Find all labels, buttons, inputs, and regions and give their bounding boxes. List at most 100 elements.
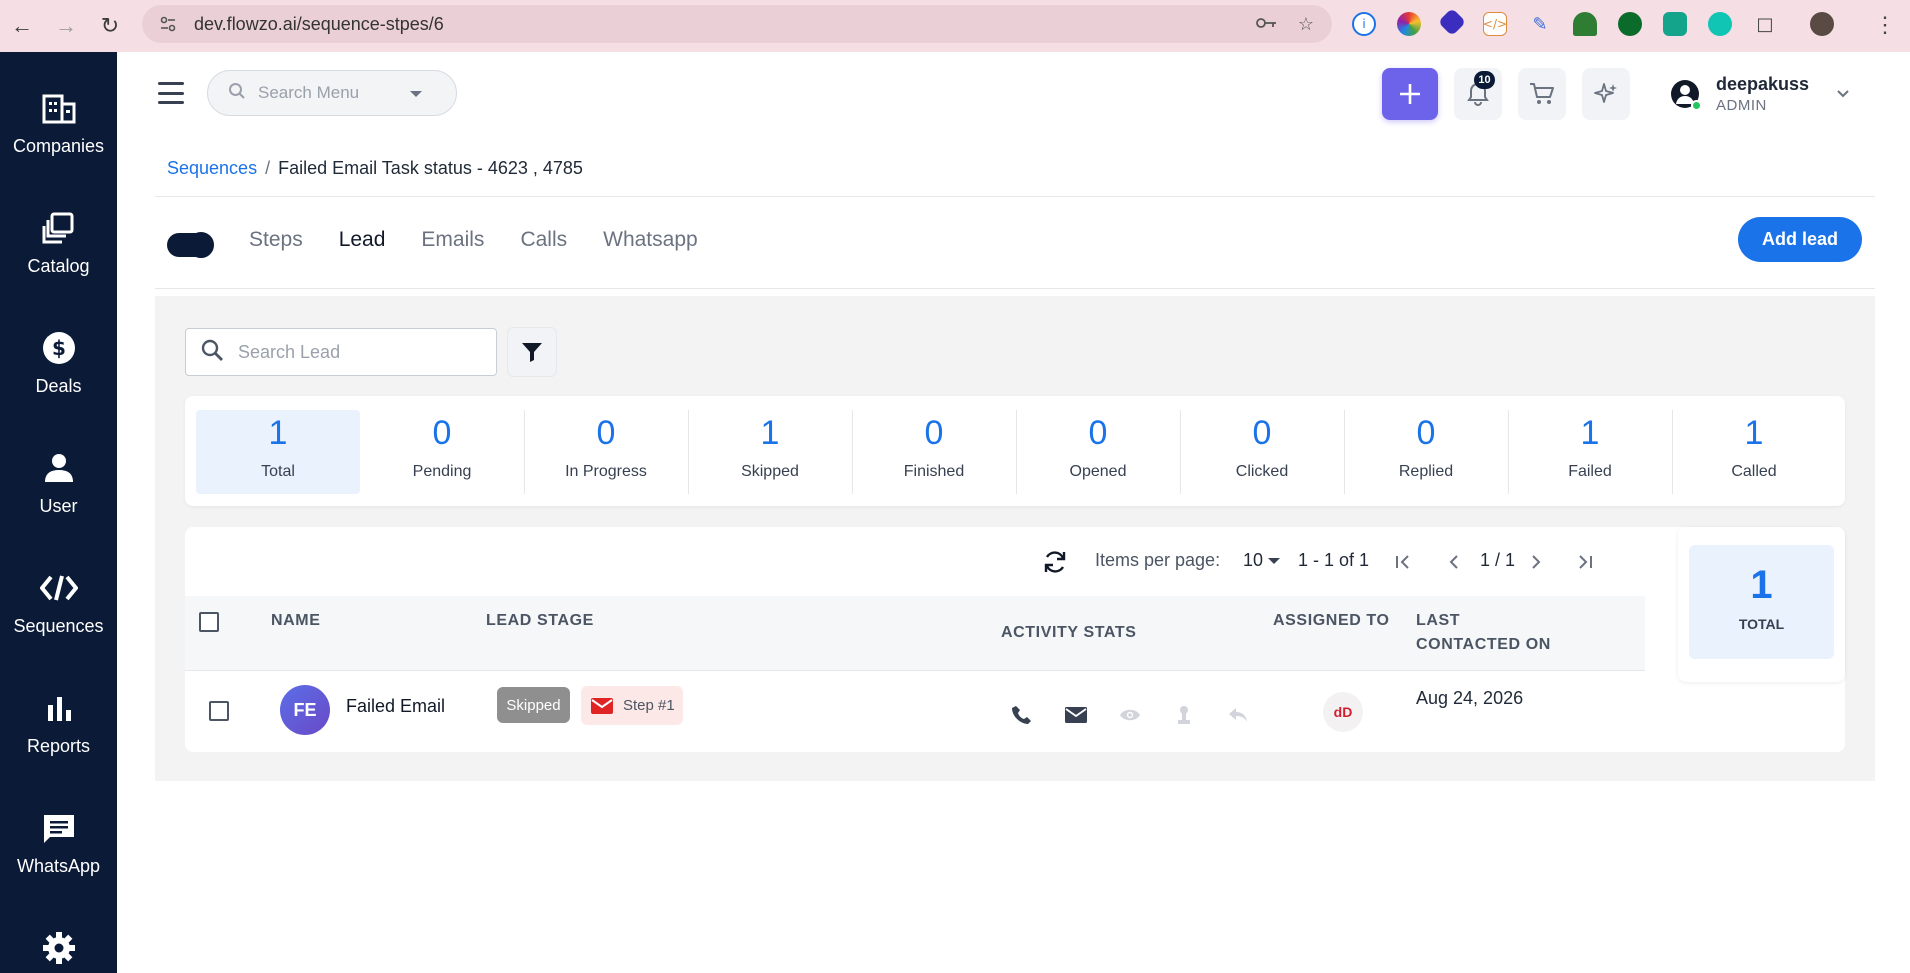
user-menu[interactable]: deepakuss ADMIN	[1670, 70, 1850, 118]
site-info-icon[interactable]	[156, 12, 180, 36]
stat-value: 0	[596, 414, 616, 452]
refresh-button[interactable]	[1040, 546, 1070, 578]
building-icon	[39, 88, 79, 128]
back-icon[interactable]: ←	[0, 4, 44, 48]
column-header-assigned-to[interactable]: ASSIGNED TO	[1273, 612, 1390, 630]
forward-icon[interactable]: →	[44, 4, 88, 48]
sidebar-item-sequences[interactable]: Sequences	[0, 568, 117, 637]
search-icon	[228, 82, 246, 105]
column-header-lead-stage[interactable]: LEAD STAGE	[486, 612, 594, 630]
stat-in-progress[interactable]: 0 In Progress	[524, 410, 688, 494]
lead-stage-badge: Skipped	[497, 687, 570, 723]
profile-avatar[interactable]	[1810, 12, 1834, 36]
sidebar-item-settings[interactable]	[0, 928, 117, 968]
puzzle-extensions-icon[interactable]: □	[1753, 12, 1777, 36]
last-page-button[interactable]	[1570, 548, 1598, 576]
next-page-button[interactable]	[1522, 548, 1550, 576]
sidebar-item-deals[interactable]: $ Deals	[0, 328, 117, 397]
search-menu-input[interactable]: Search Menu	[207, 70, 457, 116]
stat-value: 0	[1252, 414, 1272, 452]
stat-opened[interactable]: 0 Opened	[1016, 410, 1180, 494]
assignee-avatar[interactable]: dD	[1323, 692, 1363, 732]
sidebar-item-companies[interactable]: Companies	[0, 88, 117, 157]
first-page-button[interactable]	[1390, 548, 1418, 576]
tab-bar: Steps Lead Emails Calls Whatsapp	[249, 228, 734, 252]
person-icon	[39, 448, 79, 488]
circle-extension-icon[interactable]	[1618, 12, 1642, 36]
stat-replied[interactable]: 0 Replied	[1344, 410, 1508, 494]
phone-icon[interactable]	[1010, 703, 1034, 727]
plus-icon	[1400, 84, 1420, 104]
tab-whatsapp[interactable]: Whatsapp	[603, 228, 698, 252]
cart-button[interactable]	[1518, 68, 1566, 120]
bookmark-star-icon[interactable]: ☆	[1298, 14, 1314, 35]
leaf-extension-icon[interactable]	[1573, 12, 1597, 36]
tab-calls[interactable]: Calls	[520, 228, 567, 252]
bubble-extension-icon[interactable]	[1708, 12, 1732, 36]
notifications-button[interactable]: 10	[1454, 68, 1502, 120]
extension-icon[interactable]: i	[1352, 12, 1376, 36]
step-label: Step #1	[623, 697, 675, 714]
page-title: Failed Email Task status - 4623 , 4785	[278, 158, 583, 178]
column-header-activity-stats[interactable]: ACTIVITY STATS	[1001, 624, 1137, 642]
step-badge[interactable]: Step #1	[581, 686, 683, 725]
chevron-down-icon[interactable]	[1836, 86, 1850, 102]
search-lead-input[interactable]: Search Lead	[185, 328, 497, 376]
filter-button[interactable]	[507, 327, 557, 377]
items-per-page-label: Items per page:	[1095, 550, 1221, 570]
address-bar[interactable]: dev.flowzo.ai/sequence-stpes/6 ☆	[142, 5, 1332, 43]
code-icon	[39, 568, 79, 608]
chevron-down-icon[interactable]	[410, 91, 422, 97]
page-indicator: 1 / 1	[1480, 550, 1516, 570]
column-header-last-contacted-line1[interactable]: LAST	[1416, 612, 1460, 630]
stat-label: Clicked	[1235, 463, 1289, 480]
sidebar-item-whatsapp[interactable]: WhatsApp	[0, 808, 117, 877]
chevron-down-icon[interactable]	[1268, 558, 1280, 564]
column-header-last-contacted-line2[interactable]: CONTACTED ON	[1416, 636, 1551, 654]
ai-assistant-button[interactable]	[1582, 68, 1630, 120]
stat-label: Opened	[1069, 463, 1127, 480]
sidebar-item-reports[interactable]: Reports	[0, 688, 117, 757]
stat-total[interactable]: 1 Total	[196, 410, 360, 494]
add-lead-button[interactable]: Add lead	[1738, 217, 1862, 262]
stat-value: 1	[1580, 414, 1600, 452]
code-extension-icon[interactable]: </>	[1483, 12, 1507, 36]
pen-extension-icon[interactable]: ✎	[1528, 12, 1552, 36]
hamburger-menu-icon[interactable]	[158, 82, 184, 104]
total-summary-card: 1 TOTAL	[1678, 527, 1845, 682]
color-wheel-extension-icon[interactable]	[1397, 12, 1421, 36]
sequence-active-toggle[interactable]	[167, 232, 214, 258]
sidebar-item-catalog[interactable]: Catalog	[0, 208, 117, 277]
tab-steps[interactable]: Steps	[249, 228, 303, 252]
url-text[interactable]: dev.flowzo.ai/sequence-stpes/6	[194, 14, 444, 35]
stat-failed[interactable]: 1 Failed	[1508, 410, 1672, 494]
stat-label: Total	[261, 463, 295, 480]
stat-value: 1	[268, 414, 288, 452]
breadcrumb-link-sequences[interactable]: Sequences	[167, 158, 257, 179]
lead-name[interactable]: Failed Email	[346, 696, 445, 717]
previous-page-button[interactable]	[1440, 548, 1468, 576]
row-checkbox[interactable]	[209, 701, 229, 721]
stat-pending[interactable]: 0 Pending	[360, 410, 524, 494]
column-header-name[interactable]: NAME	[271, 612, 321, 630]
chat-extension-icon[interactable]	[1663, 12, 1687, 36]
add-new-button[interactable]	[1382, 68, 1438, 120]
items-per-page-select[interactable]: 10	[1243, 550, 1263, 571]
diamond-extension-icon[interactable]	[1437, 7, 1467, 37]
sidebar-item-user[interactable]: User	[0, 448, 117, 517]
stat-finished[interactable]: 0 Finished	[852, 410, 1016, 494]
browser-menu-icon[interactable]: ⋮	[1874, 12, 1896, 38]
sidebar-item-label: Reports	[26, 736, 91, 756]
tab-lead[interactable]: Lead	[339, 228, 386, 252]
mail-icon[interactable]	[1064, 703, 1088, 727]
breadcrumb: Sequences / Failed Email Task status - 4…	[167, 158, 583, 179]
stat-clicked[interactable]: 0 Clicked	[1180, 410, 1344, 494]
select-all-checkbox[interactable]	[199, 612, 219, 632]
password-key-icon[interactable]	[1255, 14, 1278, 35]
stat-skipped[interactable]: 1 Skipped	[688, 410, 852, 494]
sidebar-item-label: Deals	[35, 376, 82, 396]
reload-icon[interactable]: ↻	[88, 4, 132, 48]
stat-value: 0	[1088, 414, 1108, 452]
stat-called[interactable]: 1 Called	[1672, 410, 1836, 494]
tab-emails[interactable]: Emails	[421, 228, 484, 252]
